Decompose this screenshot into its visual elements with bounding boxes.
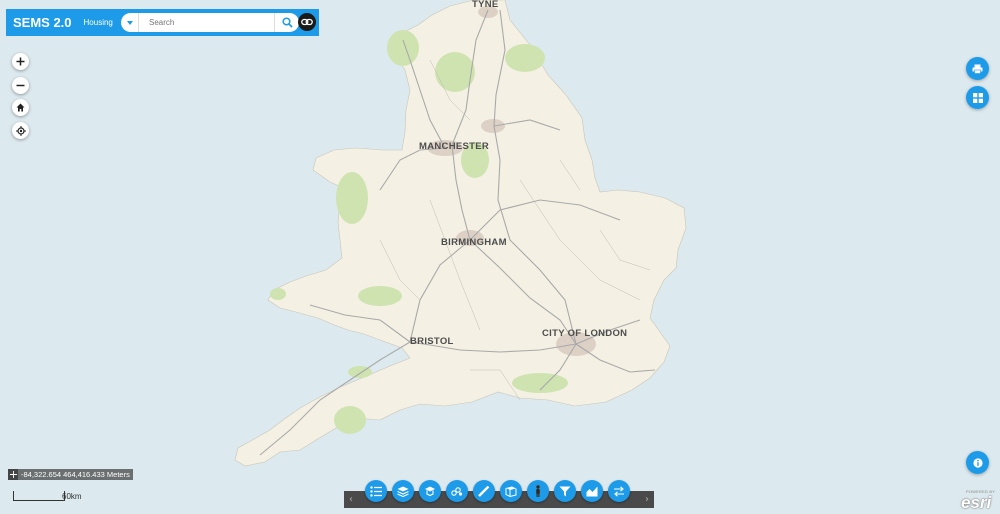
park-snowdonia (336, 172, 368, 224)
tool-query-button[interactable] (419, 480, 441, 502)
analysis-icon (451, 486, 463, 496)
filter-icon (559, 486, 571, 496)
tool-person-button[interactable] (527, 480, 549, 502)
home-button[interactable] (12, 99, 29, 116)
search-icon (281, 17, 293, 28)
search-source-dropdown[interactable] (121, 13, 139, 32)
park-north-york-moors (505, 44, 545, 72)
esri-logo[interactable]: esri (961, 493, 991, 513)
scale-label: 60km (62, 492, 82, 501)
locate-icon (15, 125, 26, 136)
list-icon (370, 485, 382, 497)
layers-icon (397, 486, 409, 497)
urban-leeds (481, 119, 505, 133)
tool-print-layout-button[interactable] (500, 480, 522, 502)
toolbar-next-button[interactable]: › (640, 491, 654, 508)
minus-icon (16, 84, 25, 87)
tool-analysis-button[interactable] (446, 480, 468, 502)
coordinate-readout: -84,322.654 464,416.433 Meters (8, 469, 133, 480)
chart-icon (586, 486, 598, 496)
tool-filter-button[interactable] (554, 480, 576, 502)
about-info-button[interactable] (966, 451, 989, 474)
scale-bar (13, 491, 65, 501)
tool-measure-button[interactable] (473, 480, 495, 502)
caret-down-icon (126, 20, 133, 25)
coordinate-text: -84,322.654 464,416.433 Meters (21, 470, 130, 479)
print-button[interactable] (966, 57, 989, 80)
park-dartmoor (334, 406, 366, 434)
header-bar: SEMS 2.0 Housing (6, 9, 319, 36)
basemap[interactable]: TYNE MANCHESTER BIRMINGHAM BRISTOL CITY … (0, 0, 1000, 514)
tool-layers-button[interactable] (392, 480, 414, 502)
map-label-bristol: BRISTOL (410, 336, 454, 347)
zoom-out-button[interactable] (12, 77, 29, 94)
app-title: SEMS 2.0 (13, 15, 72, 30)
map-label-tyne: TYNE (472, 0, 499, 10)
park-brecon-beacons (358, 286, 402, 306)
home-icon (16, 103, 25, 112)
print-layout-icon (505, 486, 517, 497)
map-label-city-of-london: CITY OF LONDON (542, 328, 627, 339)
search-input[interactable] (147, 17, 273, 28)
crosshair-icon[interactable] (8, 469, 18, 480)
print-icon (972, 64, 983, 74)
tool-chart-button[interactable] (581, 480, 603, 502)
link-icon (301, 18, 313, 26)
map-label-birmingham: BIRMINGHAM (441, 237, 507, 248)
person-icon (536, 485, 540, 497)
tool-swap-button[interactable] (608, 480, 630, 502)
plus-icon (16, 57, 25, 66)
park-lake-district (387, 30, 419, 66)
park-pembrokeshire (270, 288, 286, 300)
toolbar-prev-button[interactable]: ‹ (344, 491, 358, 508)
measure-icon (478, 485, 490, 497)
locate-button[interactable] (12, 122, 29, 139)
map-label-manchester: MANCHESTER (419, 141, 489, 152)
share-link-button[interactable] (298, 13, 316, 31)
search-box (121, 13, 299, 32)
zoom-in-button[interactable] (12, 53, 29, 70)
tool-layer-list-button[interactable] (365, 480, 387, 502)
search-button[interactable] (274, 13, 299, 32)
basemap-gallery-button[interactable] (966, 86, 989, 109)
info-icon (972, 457, 983, 468)
app-subtitle: Housing (83, 18, 113, 27)
grid-icon (972, 92, 983, 103)
chevron-right-icon: › (645, 494, 649, 505)
swap-icon (614, 485, 624, 497)
query-icon (425, 486, 435, 496)
chevron-left-icon: ‹ (349, 494, 353, 505)
